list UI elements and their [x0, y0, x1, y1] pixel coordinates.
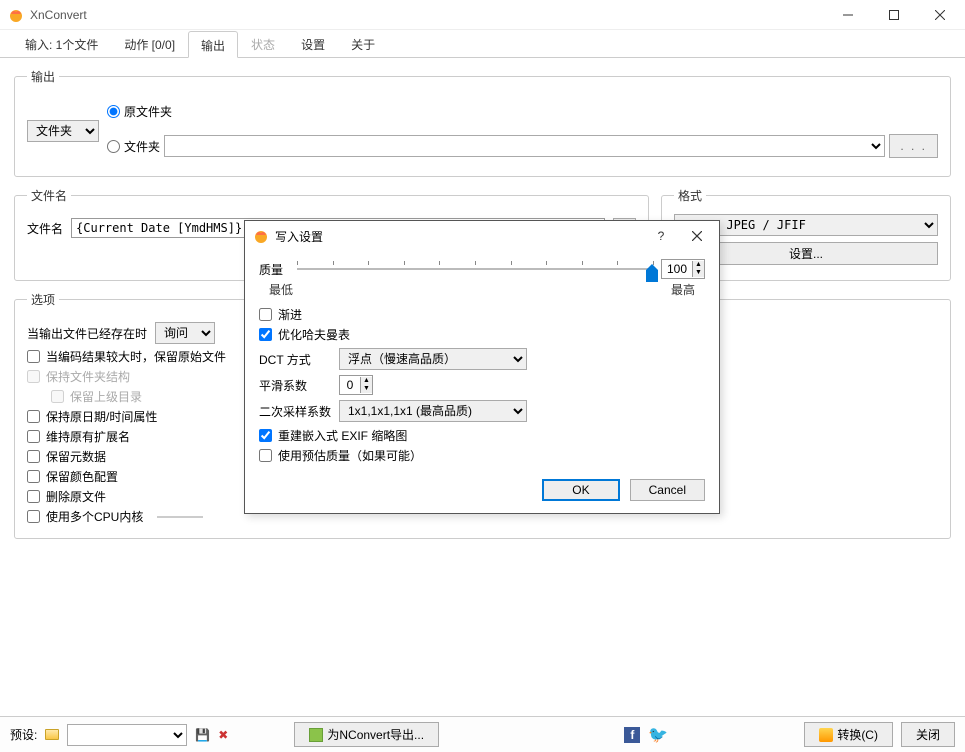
- browse-folder-button[interactable]: . . .: [889, 134, 938, 158]
- subsampling-select[interactable]: 1x1,1x1,1x1 (最高品质): [339, 400, 527, 422]
- radio-original-folder[interactable]: [107, 105, 120, 118]
- tab-status[interactable]: 状态: [238, 30, 288, 57]
- filename-label: 文件名: [27, 220, 63, 237]
- tab-input[interactable]: 输入: 1个文件: [12, 30, 111, 57]
- dialog-ok-button[interactable]: OK: [542, 479, 619, 501]
- app-icon: [8, 7, 24, 23]
- preset-select[interactable]: [67, 724, 187, 746]
- check-use-multi-cpu[interactable]: [27, 510, 40, 523]
- dct-method-select[interactable]: 浮点（慢速高品质）: [339, 348, 527, 370]
- window-title: XnConvert: [30, 8, 825, 22]
- minimize-button[interactable]: [825, 0, 871, 30]
- dialog-cancel-button[interactable]: Cancel: [630, 479, 705, 501]
- check-keep-parent-dir: [51, 390, 64, 403]
- when-exists-select[interactable]: 询问: [155, 322, 215, 344]
- check-progressive[interactable]: [259, 308, 272, 321]
- convert-button[interactable]: 转换(C): [804, 722, 893, 747]
- smoothing-spinner[interactable]: ▲▼: [339, 375, 373, 395]
- delete-preset-icon[interactable]: ✖: [218, 728, 228, 742]
- check-keep-metadata[interactable]: [27, 450, 40, 463]
- close-button[interactable]: [917, 0, 963, 30]
- main-tabs: 输入: 1个文件 动作 [0/0] 输出 状态 设置 关于: [0, 30, 965, 58]
- quality-label: 质量: [259, 261, 289, 278]
- output-legend: 输出: [27, 68, 59, 85]
- format-legend: 格式: [674, 187, 706, 204]
- destination-type-select[interactable]: 文件夹: [27, 120, 99, 142]
- dialog-titlebar: 写入设置 ?: [245, 221, 719, 251]
- check-keep-color-profile[interactable]: [27, 470, 40, 483]
- dialog-help-button[interactable]: ?: [643, 221, 679, 251]
- radio-custom-folder[interactable]: [107, 140, 120, 153]
- output-destination-group: 输出 文件夹 原文件夹 文件夹 . . .: [14, 68, 951, 177]
- slider-thumb-icon[interactable]: [646, 264, 658, 282]
- filename-legend: 文件名: [27, 187, 71, 204]
- check-keep-folder-structure: [27, 370, 40, 383]
- twitter-icon[interactable]: 🐦: [648, 725, 668, 745]
- check-rebuild-exif-thumbnail[interactable]: [259, 429, 272, 442]
- tab-about[interactable]: 关于: [338, 30, 388, 57]
- bottom-bar: 预设: 💾 ✖ 为NConvert导出... f 🐦 转换(C) 关闭: [0, 716, 965, 752]
- check-keep-original-date[interactable]: [27, 410, 40, 423]
- smoothing-label: 平滑系数: [259, 377, 331, 394]
- dialog-app-icon: [253, 228, 269, 244]
- check-delete-original[interactable]: [27, 490, 40, 503]
- convert-icon: [819, 728, 833, 742]
- save-preset-icon[interactable]: 💾: [195, 728, 210, 742]
- folder-icon[interactable]: [45, 729, 59, 740]
- close-app-button[interactable]: 关闭: [901, 722, 955, 747]
- check-keep-original-when-larger[interactable]: [27, 350, 40, 363]
- check-keep-original-ext[interactable]: [27, 430, 40, 443]
- tab-settings[interactable]: 设置: [288, 30, 338, 57]
- options-legend: 选项: [27, 291, 59, 308]
- facebook-icon[interactable]: f: [624, 727, 640, 743]
- export-nconvert-button[interactable]: 为NConvert导出...: [294, 722, 439, 747]
- dct-label: DCT 方式: [259, 351, 331, 368]
- tab-actions[interactable]: 动作 [0/0]: [111, 30, 188, 57]
- subsampling-label: 二次采样系数: [259, 403, 331, 420]
- quality-slider[interactable]: [297, 259, 653, 279]
- preset-label: 预设:: [10, 726, 37, 743]
- write-settings-dialog: 写入设置 ? 质量 ▲▼ 最低 最高 渐进 优化哈夫: [244, 220, 720, 514]
- check-optimize-huffman[interactable]: [259, 328, 272, 341]
- check-use-estimated-quality[interactable]: [259, 449, 272, 462]
- tab-output[interactable]: 输出: [188, 31, 238, 58]
- quality-value-spinner[interactable]: ▲▼: [661, 259, 705, 279]
- window-titlebar: XnConvert: [0, 0, 965, 30]
- export-icon: [309, 728, 323, 742]
- dialog-title: 写入设置: [275, 228, 643, 245]
- folder-path-select[interactable]: [164, 135, 885, 157]
- dialog-close-button[interactable]: [679, 221, 715, 251]
- maximize-button[interactable]: [871, 0, 917, 30]
